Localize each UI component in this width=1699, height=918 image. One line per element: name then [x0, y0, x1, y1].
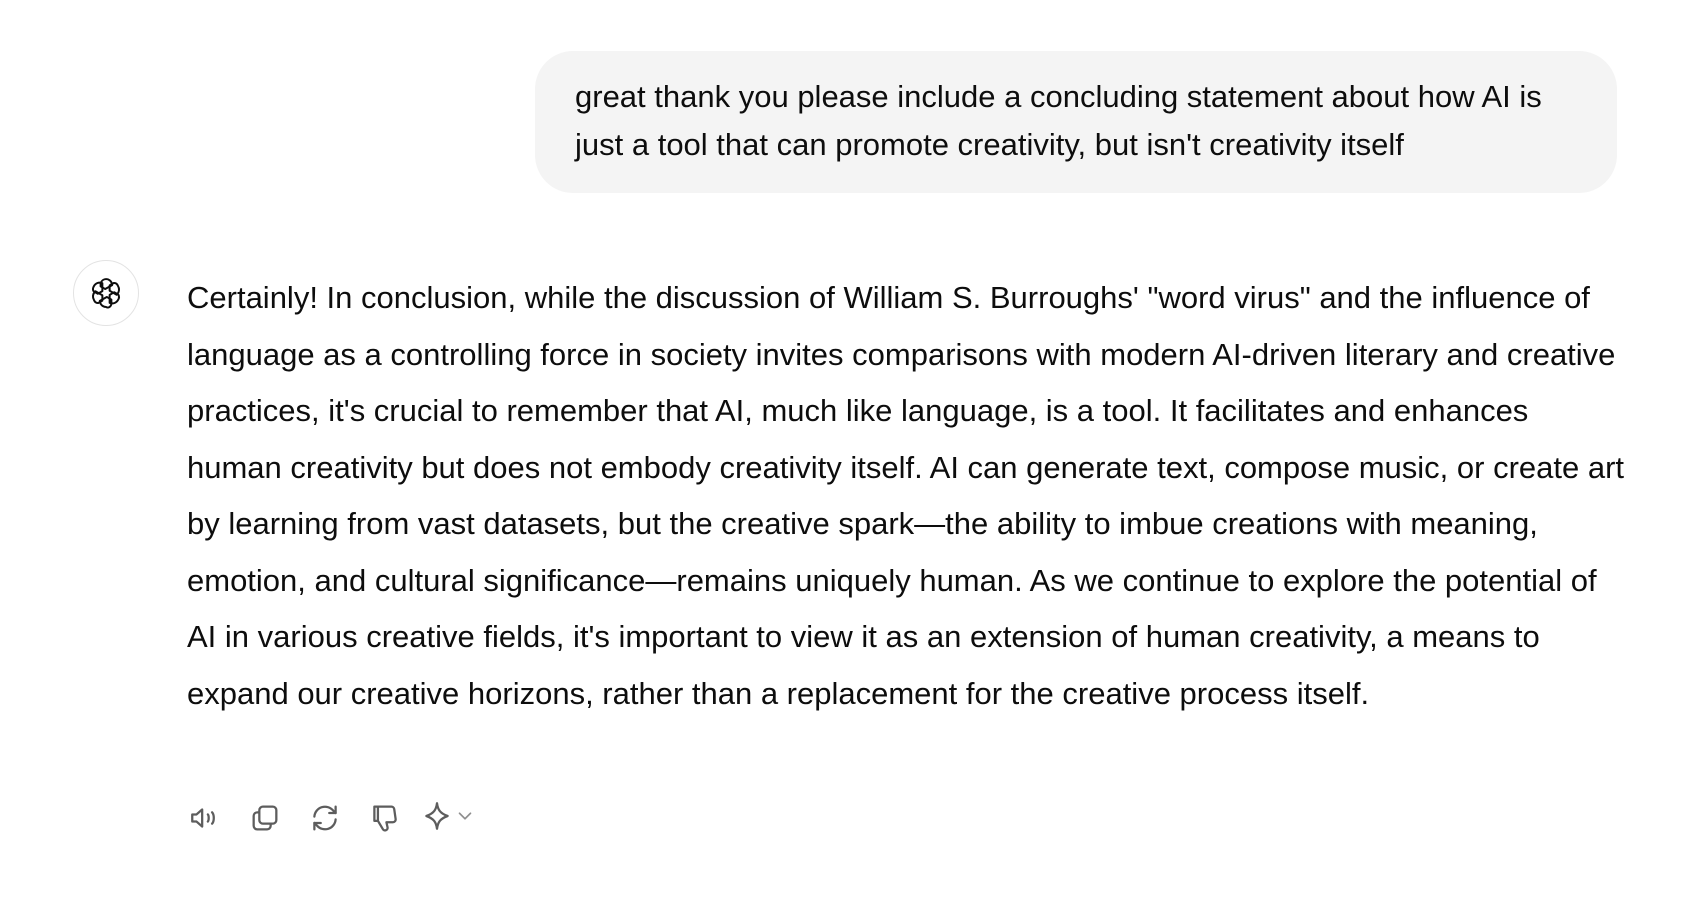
assistant-message-text: Certainly! In conclusion, while the disc…: [187, 280, 1625, 711]
user-message-row: great thank you please include a conclud…: [535, 51, 1617, 193]
regenerate-icon: [313, 805, 337, 831]
copy-button[interactable]: [240, 793, 290, 843]
openai-logo-icon: [91, 278, 121, 309]
switch-model-button[interactable]: [420, 793, 476, 843]
thumbs-down-icon: [373, 805, 397, 832]
regenerate-button[interactable]: [300, 793, 350, 843]
user-message-text: great thank you please include a conclud…: [575, 79, 1542, 162]
copy-icon: [252, 805, 278, 831]
assistant-avatar: [73, 260, 139, 326]
chevron-down-icon: [454, 805, 476, 832]
sparkle-icon: [420, 799, 454, 838]
read-aloud-icon: [191, 808, 215, 828]
thumbs-down-button[interactable]: [360, 793, 410, 843]
message-actions: [180, 793, 476, 843]
read-aloud-button[interactable]: [180, 793, 230, 843]
user-message-bubble: great thank you please include a conclud…: [535, 51, 1617, 193]
